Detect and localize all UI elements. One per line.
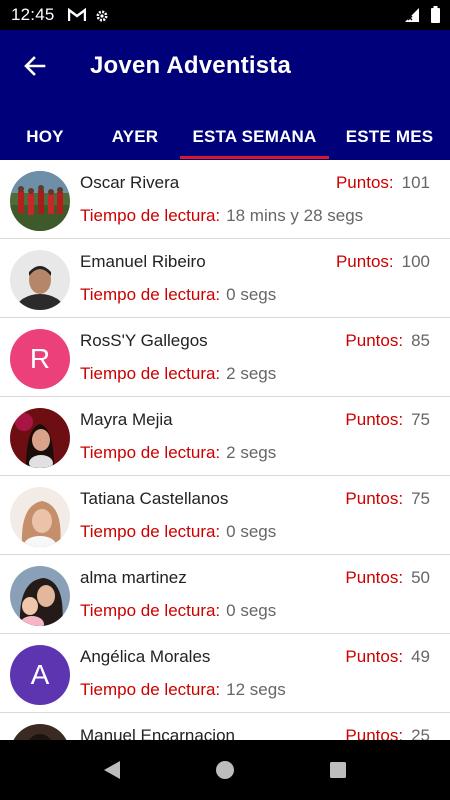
tab-bar: HOY AYER ESTA SEMANA ESTE MES [0, 113, 450, 160]
list-item[interactable]: Emanuel Ribeiro Puntos: 100 Tiempo de lec… [0, 239, 450, 318]
points-label: Puntos: [345, 410, 404, 429]
points: Puntos: 75 [345, 489, 430, 509]
reading-time-label: Tiempo de lectura: [80, 206, 221, 225]
member-name: alma martinez [80, 568, 187, 587]
reading-time-label: Tiempo de lectura: [80, 601, 221, 620]
status-bar: 12:45 [0, 0, 450, 30]
list-item[interactable]: A Angélica Morales Puntos: 49 Tiempo de l… [0, 634, 450, 713]
reading-time-value: 0 segs [226, 601, 277, 620]
avatar-letter: R [29, 343, 51, 374]
tab-hoy[interactable]: HOY [0, 113, 90, 160]
tab-esta-semana[interactable]: ESTA SEMANA [180, 113, 329, 160]
reading-time: Tiempo de lectura: 12 segs [80, 680, 286, 700]
reading-time-value: 12 segs [226, 680, 286, 699]
avatar [10, 724, 70, 740]
points: Puntos: 25 [345, 726, 430, 740]
points-label: Puntos: [345, 568, 404, 587]
leaderboard-list[interactable]: Oscar Rivera Puntos: 101 Tiempo de lectur… [0, 160, 450, 740]
points: Puntos: 85 [345, 331, 430, 351]
member-name: Oscar Rivera [80, 173, 180, 192]
list-item[interactable]: Oscar Rivera Puntos: 101 Tiempo de lectur… [0, 160, 450, 239]
list-item[interactable]: Tatiana Castellanos Puntos: 75 Tiempo de … [0, 476, 450, 555]
page-title: Joven Adventista [90, 52, 292, 79]
points-value: 101 [401, 173, 430, 192]
reading-time-value: 2 segs [226, 364, 277, 383]
avatar [10, 408, 70, 468]
points-value: 75 [411, 410, 430, 429]
tab-label: ESTE MES [345, 126, 434, 146]
tab-label: HOY [26, 126, 64, 146]
member-name: Angélica Morales [80, 647, 211, 666]
reading-time-label: Tiempo de lectura: [80, 680, 221, 699]
avatar [10, 250, 70, 310]
tab-selected-indicator [180, 156, 329, 159]
list-item[interactable]: Manuel Encarnacion Puntos: 25 [0, 713, 450, 740]
system-nav-bar [0, 740, 450, 800]
points-label: Puntos: [345, 331, 404, 350]
member-name: Emanuel Ribeiro [80, 252, 206, 271]
points: Puntos: 50 [345, 568, 430, 588]
tab-ayer[interactable]: AYER [90, 113, 180, 160]
app-bar: Joven Adventista HOY AYER ESTA SEMANA ES… [0, 30, 450, 160]
points-value: 75 [411, 489, 430, 508]
avatar [10, 171, 70, 231]
tab-label: ESTA SEMANA [192, 126, 317, 146]
reading-time-value: 0 segs [226, 285, 277, 304]
points: Puntos: 49 [345, 647, 430, 667]
member-name: Manuel Encarnacion [80, 726, 235, 740]
member-name: RosS'Y Gallegos [80, 331, 208, 350]
back-triangle-icon[interactable] [100, 758, 124, 782]
points-label: Puntos: [335, 252, 394, 271]
avatar-letter: A [30, 659, 50, 690]
reading-time-value: 2 segs [226, 443, 277, 462]
list-item[interactable]: Mayra Mejia Puntos: 75 Tiempo de lectura:… [0, 397, 450, 476]
recents-square-icon[interactable] [326, 758, 350, 782]
reading-time: Tiempo de lectura: 18 mins y 28 segs [80, 206, 363, 226]
points: Puntos: 75 [345, 410, 430, 430]
points-value: 85 [411, 331, 430, 350]
points-label: Puntos: [345, 489, 404, 508]
points-label: Puntos: [345, 726, 404, 740]
reading-time-value: 18 mins y 28 segs [226, 206, 364, 225]
reading-time-label: Tiempo de lectura: [80, 285, 221, 304]
reading-time: Tiempo de lectura: 0 segs [80, 285, 276, 305]
points: Puntos: 101 [336, 173, 430, 193]
reading-time: Tiempo de lectura: 2 segs [80, 364, 276, 384]
tab-este-mes[interactable]: ESTE MES [329, 113, 450, 160]
reading-time-label: Tiempo de lectura: [80, 443, 221, 462]
member-name: Mayra Mejia [80, 410, 173, 429]
gmail-icon [68, 8, 86, 21]
avatar [10, 566, 70, 626]
list-item[interactable]: R RosS'Y Gallegos Puntos: 85 Tiempo de le… [0, 318, 450, 397]
avatar: R [10, 329, 70, 389]
list-item[interactable]: alma martinez Puntos: 50 Tiempo de lectur… [0, 555, 450, 634]
points-value: 25 [411, 726, 430, 740]
battery-icon [431, 6, 440, 23]
reading-time: Tiempo de lectura: 0 segs [80, 601, 276, 621]
member-name: Tatiana Castellanos [80, 489, 229, 508]
points: Puntos: 100 [336, 252, 430, 272]
reading-time-label: Tiempo de lectura: [80, 522, 221, 541]
points-label: Puntos: [335, 173, 394, 192]
reading-time: Tiempo de lectura: 2 segs [80, 443, 276, 463]
home-circle-icon[interactable] [213, 758, 237, 782]
status-time: 12:45 [11, 5, 55, 24]
reading-time-value: 0 segs [226, 522, 277, 541]
reading-time-label: Tiempo de lectura: [80, 364, 221, 383]
avatar: A [10, 645, 70, 705]
points-label: Puntos: [345, 647, 404, 666]
back-button[interactable] [18, 50, 52, 82]
avatar [10, 487, 70, 547]
tab-label: AYER [111, 126, 159, 146]
points-value: 49 [411, 647, 430, 666]
signal-icon [405, 8, 419, 22]
arrow-back-icon [24, 56, 46, 76]
reading-time: Tiempo de lectura: 0 segs [80, 522, 276, 542]
points-value: 50 [411, 568, 430, 587]
points-value: 100 [401, 252, 430, 271]
gear-icon [96, 10, 108, 22]
